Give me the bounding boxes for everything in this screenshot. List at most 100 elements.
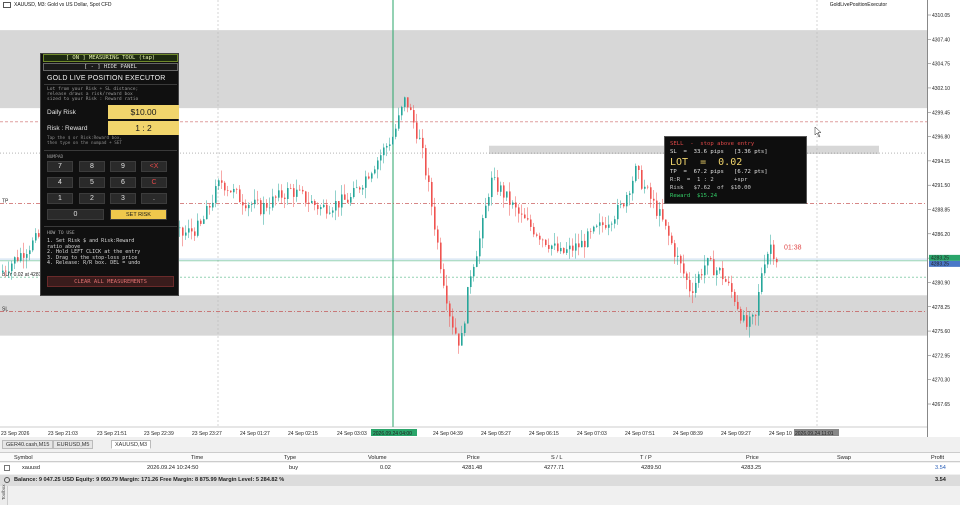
candle-body: [707, 258, 709, 266]
candle-body: [764, 264, 766, 274]
candle-body: [254, 199, 256, 205]
numpad-key-1[interactable]: 1: [47, 193, 73, 204]
numpad-key-9[interactable]: 9: [110, 161, 136, 172]
candle-body: [197, 220, 199, 236]
panel-divider: [44, 226, 177, 227]
candle-body: [359, 187, 361, 190]
hide-panel-button[interactable]: [ - ] HIDE PANEL: [43, 63, 178, 71]
candle-body: [266, 203, 268, 208]
candle-body: [317, 205, 319, 210]
trade-risk: Risk $7.62 of $10.00: [670, 185, 751, 191]
numpad-key-7[interactable]: 7: [47, 161, 73, 172]
price-axis[interactable]: 4310.05 4307.40 4304.75 4302.10 4299.45 4296.…: [927, 0, 960, 437]
measuring-tool-toggle[interactable]: [ ON ] MEASURING TOOL (tap): [43, 54, 178, 62]
candle-body: [251, 204, 253, 205]
price-tick-label: 4296.80: [932, 135, 950, 141]
candle-body: [740, 308, 742, 321]
candle-body: [281, 190, 283, 198]
candle-body: [599, 222, 601, 226]
candle-body: [749, 316, 751, 327]
candle-body: [401, 106, 403, 116]
howto-title: HOW TO USE: [47, 231, 75, 236]
candle-body: [461, 332, 463, 346]
tab-xauusd[interactable]: XAUUSD,M3: [111, 440, 152, 449]
tab-eurusd[interactable]: EURUSD,M5: [53, 440, 94, 449]
candle-body: [443, 269, 445, 286]
balance-profit: 3.54: [935, 477, 946, 483]
numpad-key-6[interactable]: 6: [110, 177, 136, 188]
col-tp[interactable]: T / P: [640, 455, 652, 461]
candle-body: [455, 327, 457, 334]
col-price-current[interactable]: Price: [746, 455, 759, 461]
candle-body: [578, 243, 580, 248]
candle-body: [695, 282, 697, 293]
numpad-key-clear[interactable]: C: [141, 177, 167, 188]
candle-body: [431, 181, 433, 207]
candle-body: [674, 243, 676, 257]
candle-body: [566, 249, 568, 253]
candle-body: [515, 202, 517, 208]
candle-body: [677, 255, 679, 257]
trade-info-box: SELL - stop above entry SL = 33.6 pips […: [664, 136, 807, 204]
risk-reward-input[interactable]: 1 : 2: [108, 121, 179, 135]
balance-row: Balance: 9 047.25 USD Equity: 9 050.79 M…: [0, 475, 960, 486]
candle-body: [527, 218, 529, 220]
row-sl[interactable]: 4277.71: [544, 465, 564, 471]
candle-body: [221, 180, 223, 183]
candle-body: [206, 205, 208, 220]
candle-body: [437, 229, 439, 243]
candle-body: [29, 250, 31, 255]
candle-body: [482, 218, 484, 239]
candle-body: [656, 200, 658, 216]
col-type[interactable]: Type: [284, 455, 296, 461]
candle-body: [704, 265, 706, 276]
numpad-key-backspace[interactable]: <X: [141, 161, 167, 172]
candle-body: [284, 197, 286, 199]
candle-body: [326, 204, 328, 214]
candle-body: [35, 233, 37, 241]
candle-body: [182, 227, 184, 236]
set-risk-button[interactable]: SET RISK: [110, 209, 167, 220]
col-volume[interactable]: Volume: [368, 455, 387, 461]
numpad-key-3[interactable]: 3: [110, 193, 136, 204]
col-symbol[interactable]: Symbol: [14, 455, 33, 461]
numpad-key-2[interactable]: 2: [79, 193, 105, 204]
candle-body: [728, 281, 730, 284]
candle-body: [299, 189, 301, 191]
col-time[interactable]: Time: [191, 455, 203, 461]
numpad-key-4[interactable]: 4: [47, 177, 73, 188]
candle-body: [269, 207, 271, 209]
candle-body: [419, 137, 421, 139]
candle-body: [761, 273, 763, 292]
candle-body: [521, 213, 523, 215]
candle-body: [608, 224, 610, 228]
price-tick-label: 4304.75: [932, 62, 950, 68]
candle-body: [311, 200, 313, 204]
toolbox-sidebar[interactable]: Toolbox: [0, 484, 8, 505]
candle-body: [368, 176, 370, 179]
candle-body: [512, 202, 514, 205]
numpad-key-8[interactable]: 8: [79, 161, 105, 172]
candle-body: [503, 185, 505, 198]
numpad-key-0[interactable]: 0: [47, 209, 104, 220]
candle-body: [338, 201, 340, 208]
tab-ger40[interactable]: GER40.cash,M15: [2, 440, 54, 449]
candle-body: [665, 219, 667, 226]
clear-measurements-button[interactable]: CLEAR ALL MEASUREMENTS: [47, 276, 174, 287]
candle-body: [710, 258, 712, 260]
col-swap[interactable]: Swap: [837, 455, 851, 461]
candle-body: [458, 333, 460, 346]
numpad-key-dot[interactable]: .: [141, 193, 167, 204]
row-tp[interactable]: 4289.50: [641, 465, 661, 471]
candle-body: [722, 267, 724, 280]
daily-risk-input[interactable]: $10.00: [108, 105, 179, 119]
col-profit[interactable]: Profit: [931, 455, 944, 461]
col-sl[interactable]: S / L: [551, 455, 563, 461]
col-price[interactable]: Price: [467, 455, 480, 461]
table-row[interactable]: xauusd 2026.09.24 10:24:50 buy 0.02 4281…: [0, 463, 960, 474]
trade-rr: R:R = 1 : 2 +spr: [670, 177, 748, 183]
numpad-key-5[interactable]: 5: [79, 177, 105, 188]
candle-body: [743, 315, 745, 321]
trade-lot: LOT = 0.02: [670, 157, 743, 168]
candle-body: [560, 247, 562, 252]
